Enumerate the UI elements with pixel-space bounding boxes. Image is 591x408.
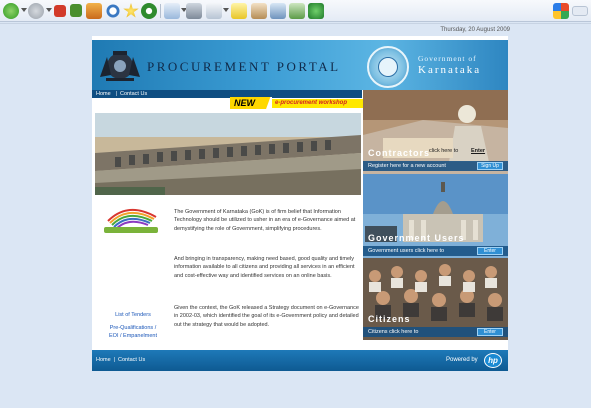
hp-logo-icon: hp: [484, 353, 502, 368]
messenger-icon[interactable]: [270, 3, 286, 19]
nav-contact-link[interactable]: Contact Us: [120, 90, 147, 98]
karnataka-emblem-icon: [100, 51, 140, 81]
current-date: Thursday, 20 August 2009: [440, 27, 510, 33]
history-icon[interactable]: [141, 3, 157, 19]
footer-contact-link[interactable]: Contact Us: [118, 350, 145, 371]
karnataka-seal-icon: [367, 46, 409, 88]
government-enter-button[interactable]: Enter: [477, 247, 503, 255]
mail-icon[interactable]: [164, 3, 180, 19]
forward-icon[interactable]: [28, 3, 44, 19]
user-access-panels: Contractors click here to Enter Register…: [363, 90, 508, 340]
discuss-icon[interactable]: [231, 3, 247, 19]
portal-header: PROCUREMENT PORTAL Government of Karnata…: [92, 40, 508, 90]
forward-dropdown-icon[interactable]: [46, 8, 52, 12]
footer-separator: |: [114, 357, 116, 363]
new-badge: NEW: [230, 97, 268, 109]
sign-up-button[interactable]: Sign Up: [477, 162, 503, 170]
prequalifications-link-line1[interactable]: Pre-Qualifications /: [95, 325, 171, 331]
intro-paragraph-2: And bringing in transparency, making nee…: [174, 256, 355, 279]
dam-photo: [95, 113, 361, 195]
print-icon[interactable]: [186, 3, 202, 19]
citizens-panel: Citizens Citizens click here to Enter: [363, 258, 508, 340]
contractors-register-text: Register here for a new account: [368, 163, 446, 169]
government-users-bar-text: Government users click here to: [368, 248, 445, 254]
karnataka-label: Karnataka: [418, 64, 482, 76]
prequalifications-link-line2[interactable]: EOI / Empanelment: [95, 333, 171, 339]
government-users-panel: Government Users Government users click …: [363, 174, 508, 258]
nav-separator: |: [116, 91, 118, 97]
e-governance-logo: [104, 209, 158, 233]
government-users-title: Government Users: [368, 233, 465, 243]
research-icon[interactable]: [251, 3, 267, 19]
nav-home-link[interactable]: Home: [96, 90, 111, 98]
workshop-link[interactable]: e-procurement workshop: [272, 99, 365, 108]
intro-paragraph-1: The Government of Karnataka (GoK) is of …: [174, 209, 356, 232]
browser-toolbar: [0, 0, 591, 22]
government-users-bar: Government users click here to Enter: [363, 246, 508, 256]
powered-by-label: Powered by: [446, 357, 478, 363]
contractors-register-bar: Register here for a new account Sign Up: [363, 161, 508, 171]
contractors-enter-link[interactable]: Enter: [471, 146, 485, 156]
edit-icon[interactable]: [206, 3, 222, 19]
citizens-bar: Citizens click here to Enter: [363, 327, 508, 337]
government-of-label: Government of: [418, 54, 477, 63]
citizens-title: Citizens: [368, 314, 411, 324]
refresh-icon[interactable]: [70, 4, 82, 17]
stop-icon[interactable]: [54, 5, 66, 17]
messenger-buddy-icon[interactable]: [308, 3, 324, 19]
contractors-title: Contractors: [368, 148, 431, 158]
window-controls-icon[interactable]: [572, 6, 588, 16]
contractors-click-text: click here to: [429, 148, 459, 154]
citizens-enter-button[interactable]: Enter: [477, 328, 503, 336]
toolbar-separator: [160, 4, 161, 18]
dam-illustration: [95, 113, 361, 195]
footer-home-link[interactable]: Home: [96, 350, 111, 371]
procurement-portal: PROCUREMENT PORTAL Government of Karnata…: [92, 36, 508, 371]
new-workshop-banner[interactable]: NEW e-procurement workshop: [230, 97, 365, 109]
windows-flag-icon: [553, 3, 569, 19]
home-icon[interactable]: [86, 3, 102, 19]
search-icon[interactable]: [105, 3, 121, 19]
list-of-tenders-link[interactable]: List of Tenders: [102, 312, 164, 318]
intro-paragraph-3: Given the context, the GoK released a St…: [174, 305, 359, 328]
portal-footer: Home | Contact Us Powered by hp: [92, 350, 508, 371]
portal-title: PROCUREMENT PORTAL: [147, 59, 341, 74]
citizens-bar-text: Citizens click here to: [368, 329, 419, 335]
edit-dropdown-icon[interactable]: [223, 8, 229, 12]
back-icon[interactable]: [3, 3, 19, 19]
back-dropdown-icon[interactable]: [21, 8, 27, 12]
translate-icon[interactable]: [289, 3, 305, 19]
seal-center: [378, 57, 398, 77]
favorites-icon[interactable]: [123, 3, 139, 18]
contractors-panel: Contractors click here to Enter Register…: [363, 90, 508, 174]
